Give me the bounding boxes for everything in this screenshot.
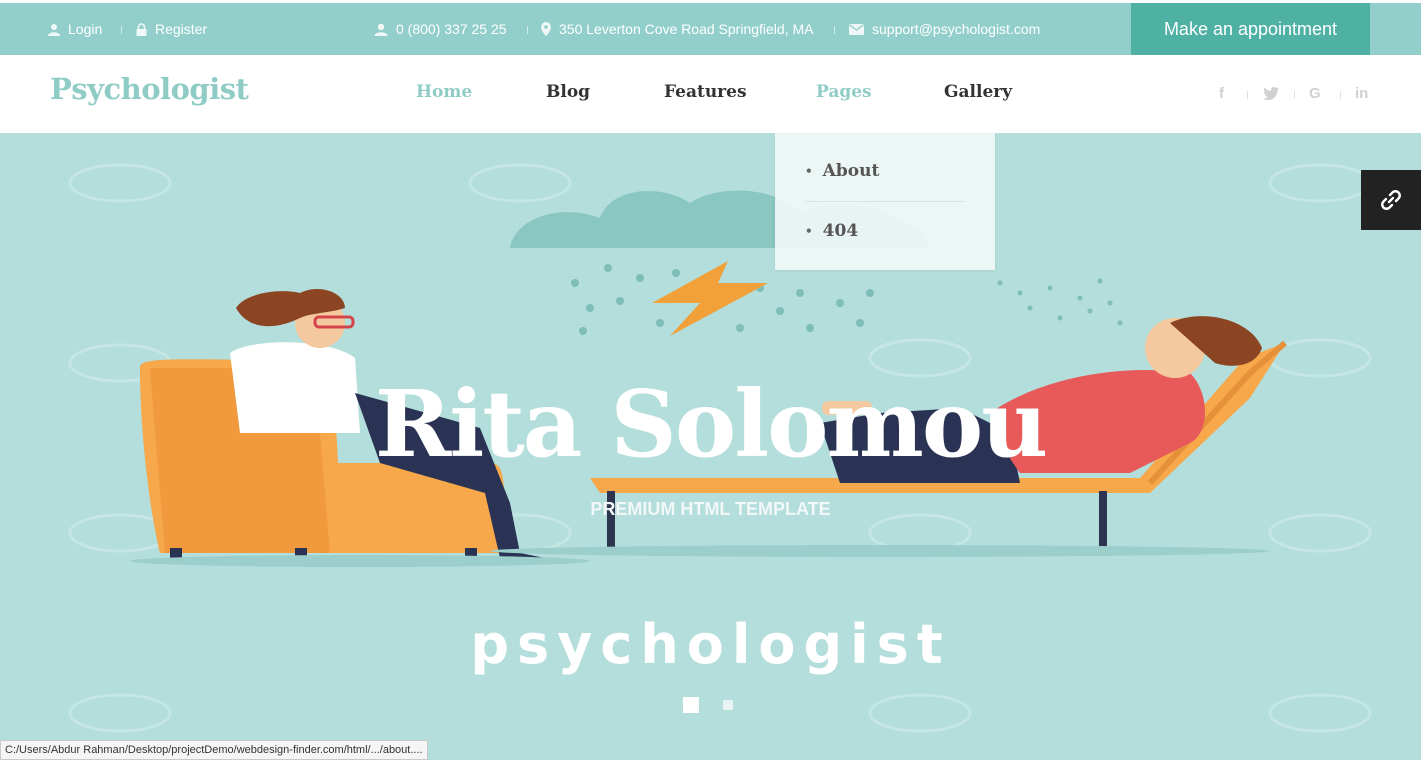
- top-info-bar: Login Register 0 (800) 337 25 25 350 Lev…: [0, 3, 1421, 55]
- divider: [1294, 91, 1295, 99]
- nav-item-blog[interactable]: Blog: [546, 82, 590, 102]
- user-icon: [48, 23, 60, 36]
- email-link[interactable]: support@psychologist.com: [849, 3, 1040, 55]
- hero-subtitle: PREMIUM HTML TEMPLATE: [590, 499, 831, 519]
- slider-dot-1[interactable]: [683, 697, 699, 713]
- pages-dropdown-menu: • About • 404: [775, 133, 995, 270]
- login-link[interactable]: Login: [48, 3, 102, 55]
- register-link[interactable]: Register: [136, 3, 207, 55]
- register-label: Register: [155, 21, 208, 37]
- style-switcher-button[interactable]: [1361, 170, 1421, 230]
- divider: [805, 201, 965, 202]
- slider-dot-2[interactable]: [723, 700, 733, 710]
- site-logo[interactable]: Psychologist: [50, 72, 249, 106]
- hero-slider: Rita Solomou PREMIUM HTML TEMPLATE psych…: [0, 133, 1421, 760]
- nav-item-home[interactable]: Home: [416, 82, 472, 102]
- dropdown-item-label: 404: [822, 221, 859, 241]
- nav-item-pages[interactable]: Pages: [816, 82, 872, 102]
- map-pin-icon: [541, 22, 551, 36]
- dropdown-item-label: About: [822, 161, 880, 181]
- divider: [834, 26, 835, 34]
- divider: [1340, 91, 1341, 99]
- make-appointment-button[interactable]: Make an appointment: [1131, 3, 1370, 55]
- twitter-icon[interactable]: [1263, 87, 1279, 104]
- main-navbar: Psychologist Home Blog Features Pages Ga…: [0, 55, 1421, 133]
- hero-title: Rita Solomou: [374, 370, 1048, 478]
- nav-item-features[interactable]: Features: [664, 82, 747, 102]
- divider: [1247, 91, 1248, 99]
- hero-watermark-word: psychologist: [470, 613, 951, 676]
- linkedin-icon[interactable]: in: [1355, 85, 1368, 102]
- link-icon: [1381, 190, 1401, 210]
- email-address: support@psychologist.com: [872, 21, 1041, 37]
- lock-icon: [136, 22, 147, 36]
- facebook-icon[interactable]: f: [1219, 85, 1224, 102]
- address-text: 350 Leverton Cove Road Springfield, MA: [559, 21, 814, 37]
- google-icon[interactable]: G: [1309, 85, 1321, 102]
- dropdown-item-404[interactable]: • 404: [805, 221, 858, 241]
- phone-number: 0 (800) 337 25 25: [396, 21, 507, 37]
- bullet-icon: •: [805, 164, 813, 178]
- dropdown-item-about[interactable]: • About: [805, 161, 879, 181]
- phone-info[interactable]: 0 (800) 337 25 25: [374, 3, 507, 55]
- browser-status-url: C:/Users/Abdur Rahman/Desktop/projectDem…: [0, 740, 428, 760]
- nav-item-gallery[interactable]: Gallery: [944, 82, 1012, 102]
- bullet-icon: •: [805, 224, 813, 238]
- login-label: Login: [68, 21, 103, 37]
- address-info: 350 Leverton Cove Road Springfield, MA: [541, 3, 813, 55]
- user-icon: [374, 23, 388, 36]
- divider: [527, 26, 528, 34]
- envelope-icon: [849, 23, 864, 35]
- divider: [121, 26, 122, 34]
